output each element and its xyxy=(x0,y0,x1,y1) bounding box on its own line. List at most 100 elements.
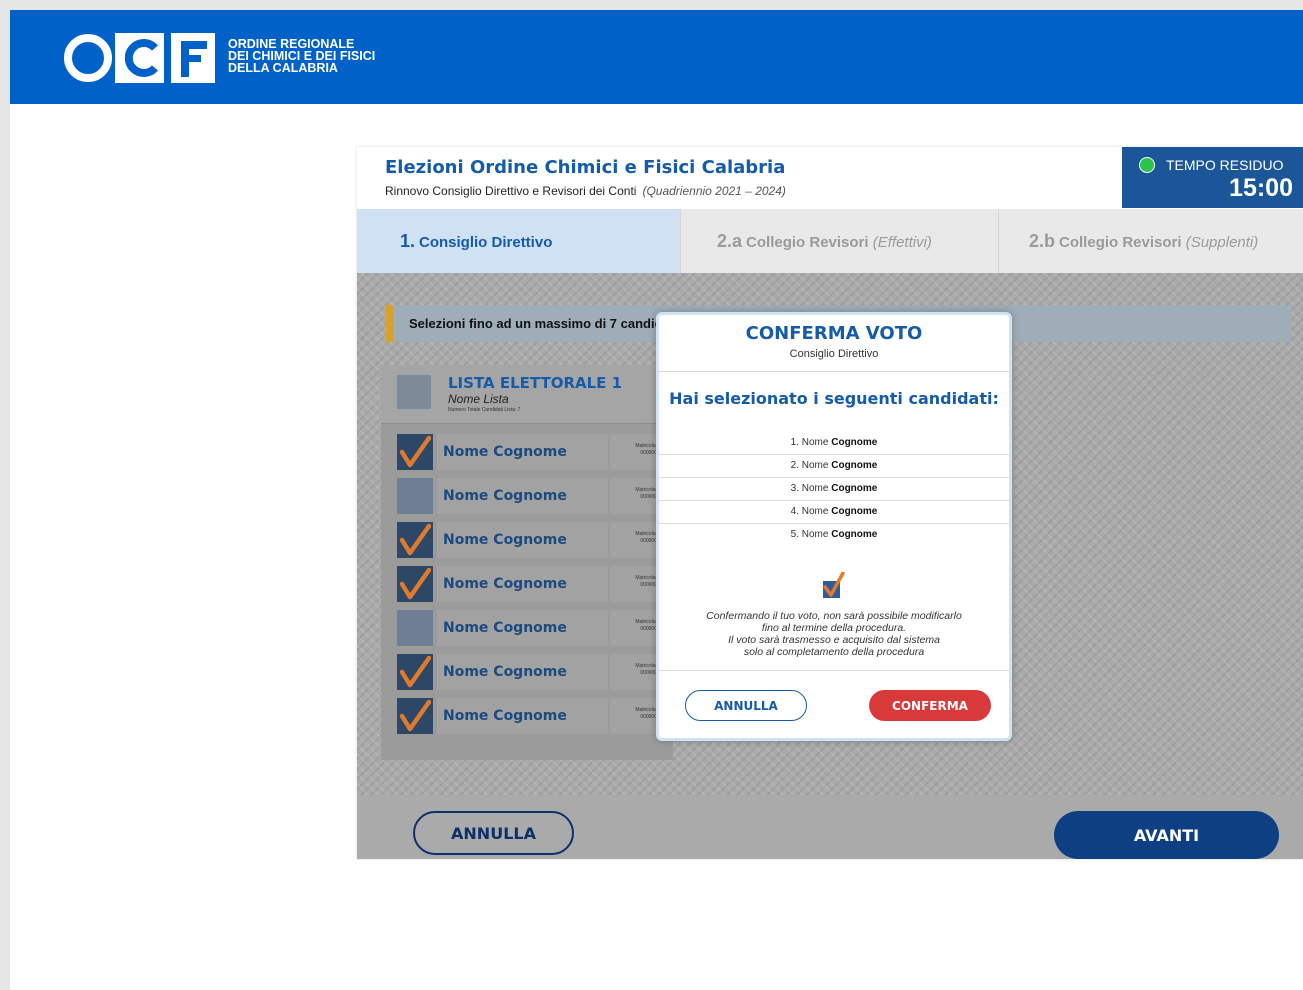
matricola-value: 000000 xyxy=(640,494,657,500)
candidate-row[interactable]: Nome Cognome Matricola: 000000 xyxy=(397,478,673,514)
candidate-name: Nome Cognome xyxy=(437,698,608,734)
candidate-name: Nome Cognome xyxy=(437,478,608,514)
checkmark-icon xyxy=(399,700,431,732)
candidate-row[interactable]: Nome Cognome Matricola: 000000 xyxy=(397,610,673,646)
selected-last-name: Cognome xyxy=(831,483,878,494)
step-number: 1. xyxy=(400,231,416,251)
list-header[interactable]: LISTA ELETTORALE 1 Nome Lista Numero Tot… xyxy=(381,365,673,424)
selected-last-name: Cognome xyxy=(831,529,878,540)
tab-revisori-effettivi[interactable]: 2.a Collegio Revisori (Effettivi) xyxy=(680,209,998,273)
matricola-label: Matricola: xyxy=(635,443,657,449)
selected-candidate: 2. Nome Cognome xyxy=(659,455,1009,478)
selected-candidate: 4. Nome Cognome xyxy=(659,501,1009,524)
timer-label: TEMPO RESIDUO xyxy=(1166,157,1284,173)
candidate-name: Nome Cognome xyxy=(437,654,608,690)
candidate-row[interactable]: Nome Cognome Matricola: 000000 xyxy=(397,654,673,690)
ocf-logo xyxy=(63,33,223,83)
confirm-vote-modal: CONFERMA VOTO Consiglio Direttivo Hai se… xyxy=(656,312,1012,741)
selected-number: 5. xyxy=(790,529,799,540)
modal-conferma-button[interactable]: CONFERMA xyxy=(869,690,991,721)
modal-annulla-button[interactable]: ANNULLA xyxy=(685,690,807,721)
matricola-value: 000000 xyxy=(640,450,657,456)
candidate-name: Nome Cognome xyxy=(437,566,608,602)
candidate-row[interactable]: Nome Cognome Matricola: 000000 xyxy=(397,434,673,470)
selected-last-name: Cognome xyxy=(831,506,878,517)
election-subtitle-text: Rinnovo Consiglio Direttivo e Revisori d… xyxy=(385,184,637,198)
selected-last-name: Cognome xyxy=(831,437,878,448)
selected-number: 4. xyxy=(790,506,799,517)
selected-candidate: 1. Nome Cognome xyxy=(659,432,1009,455)
selected-first-name: Nome xyxy=(801,483,829,494)
tab-consiglio-direttivo[interactable]: 1. Consiglio Direttivo xyxy=(357,209,680,273)
checkmark-icon xyxy=(399,436,431,468)
selected-first-name: Nome xyxy=(801,437,829,448)
checkmark-icon xyxy=(399,524,431,556)
candidate-row[interactable]: Nome Cognome Matricola: 000000 xyxy=(397,522,673,558)
matricola-value: 000000 xyxy=(640,714,657,720)
matricola-label: Matricola: xyxy=(635,575,657,581)
top-bar: ORDINE REGIONALE DEI CHIMICI E DEI FISIC… xyxy=(10,10,1303,104)
checkmark-icon xyxy=(823,572,845,598)
election-period: (Quadriennio 2021 – 2024) xyxy=(642,184,786,198)
modal-heading: Hai selezionato i seguenti candidati: xyxy=(669,389,999,408)
selected-candidates: 1. Nome Cognome 2. Nome Cognome 3. Nome Co… xyxy=(659,432,1009,546)
step-label: Collegio Revisori xyxy=(1059,234,1182,251)
matricola-label: Matricola: xyxy=(635,707,657,713)
election-title: Elezioni Ordine Chimici e Fisici Calabri… xyxy=(385,157,786,178)
list-name: Nome Lista xyxy=(448,392,509,406)
modal-title: CONFERMA VOTO xyxy=(745,323,923,344)
candidate-name: Nome Cognome xyxy=(437,434,608,470)
modal-note: Confermando il tuo voto, non sarà possib… xyxy=(706,610,962,658)
annulla-button[interactable]: ANNULLA xyxy=(413,811,574,855)
list-checkbox[interactable] xyxy=(397,375,431,409)
selection-notice-text: Selezioni fino ad un massimo di 7 candid… xyxy=(409,316,678,331)
election-subtitle: Rinnovo Consiglio Direttivo e Revisori d… xyxy=(385,184,786,198)
avanti-button[interactable]: AVANTI xyxy=(1054,811,1279,859)
checkmark-icon xyxy=(399,568,431,600)
divider xyxy=(659,371,1009,372)
org-name: ORDINE REGIONALE DEI CHIMICI E DEI FISIC… xyxy=(228,37,376,75)
selected-number: 3. xyxy=(790,483,799,494)
modal-subtitle: Consiglio Direttivo xyxy=(789,348,879,360)
candidate-checkbox[interactable] xyxy=(397,566,433,602)
candidate-name: Nome Cognome xyxy=(437,610,608,646)
step-sublabel: (Supplenti) xyxy=(1185,234,1259,251)
candidate-row[interactable]: Nome Cognome Matricola: 000000 xyxy=(397,566,673,602)
checkmark-icon xyxy=(399,656,431,688)
selected-first-name: Nome xyxy=(801,506,829,517)
step-number: 2.b xyxy=(1029,231,1056,251)
ocf-logo-icon xyxy=(64,33,215,83)
candidate-checkbox[interactable] xyxy=(397,478,433,514)
step-number: 2.a xyxy=(717,231,743,251)
electoral-list: LISTA ELETTORALE 1 Nome Lista Numero Tot… xyxy=(381,365,673,760)
candidate-row[interactable]: Nome Cognome Matricola: 000000 xyxy=(397,698,673,734)
step-sublabel: (Effettivi) xyxy=(872,234,932,251)
matricola-value: 000000 xyxy=(640,538,657,544)
candidate-checkbox[interactable] xyxy=(397,434,433,470)
selected-candidate: 3. Nome Cognome xyxy=(659,478,1009,501)
selected-first-name: Nome xyxy=(801,529,829,540)
selected-last-name: Cognome xyxy=(831,460,878,471)
tab-revisori-supplenti[interactable]: 2.b Collegio Revisori (Supplenti) xyxy=(998,209,1303,273)
list-count: Numero Totale Candidati Lista: 7 xyxy=(448,407,521,413)
candidate-name: Nome Cognome xyxy=(437,522,608,558)
status-dot-icon xyxy=(1139,157,1155,173)
matricola-label: Matricola: xyxy=(635,619,657,625)
step-label: Collegio Revisori xyxy=(746,234,869,251)
candidate-checkbox[interactable] xyxy=(397,522,433,558)
selected-number: 2. xyxy=(790,460,799,471)
candidate-checkbox[interactable] xyxy=(397,610,433,646)
matricola-value: 000000 xyxy=(640,670,657,676)
matricola-value: 000000 xyxy=(640,626,657,632)
matricola-label: Matricola: xyxy=(635,487,657,493)
step-label: Consiglio Direttivo xyxy=(419,234,553,251)
candidate-checkbox[interactable] xyxy=(397,654,433,690)
candidate-checkbox[interactable] xyxy=(397,698,433,734)
timer-panel: TEMPO RESIDUO 15:00 xyxy=(1122,147,1303,208)
card-footer: ANNULLA AVANTI xyxy=(357,795,1303,859)
step-tabs: 1. Consiglio Direttivo 2.a Collegio Reviso… xyxy=(357,209,1303,273)
matricola-value: 000000 xyxy=(640,582,657,588)
selected-number: 1. xyxy=(790,437,799,448)
matricola-label: Matricola: xyxy=(635,531,657,537)
matricola-label: Matricola: xyxy=(635,663,657,669)
